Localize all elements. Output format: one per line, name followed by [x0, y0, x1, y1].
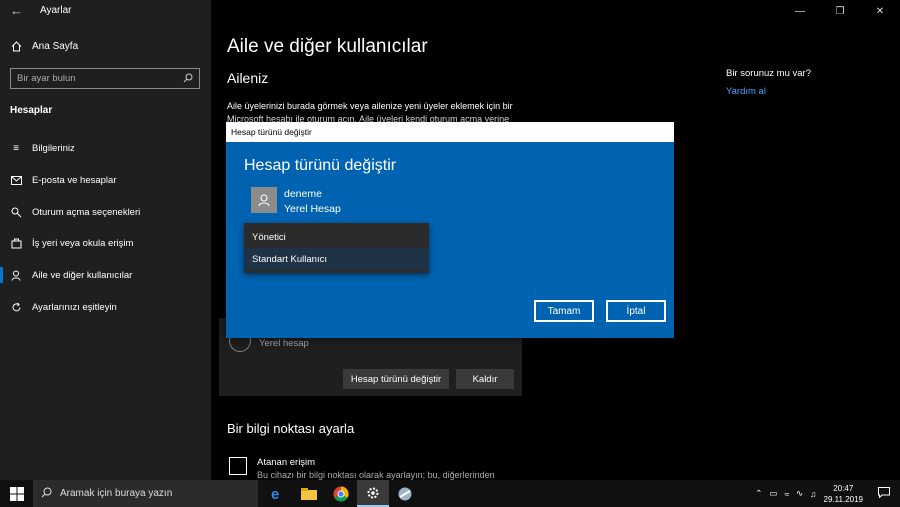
- assigned-access-desc: Bu cihazı bir bilgi noktası olarak ayarl…: [257, 470, 495, 480]
- dialog-titlebar: Hesap türünü değiştir: [226, 122, 674, 142]
- sidebar-item-sign-in-options[interactable]: Oturum açma seçenekleri: [0, 200, 211, 224]
- user-avatar-icon: [251, 187, 277, 213]
- file-explorer-icon[interactable]: [293, 480, 325, 507]
- remove-button[interactable]: Kaldır: [456, 369, 514, 389]
- person-card-icon: ≡: [13, 142, 19, 154]
- home-nav-item[interactable]: Ana Sayfa: [10, 40, 78, 52]
- search-placeholder: Bir ayar bulun: [17, 73, 76, 84]
- user-name: deneme: [284, 188, 322, 200]
- restore-icon[interactable]: ❐: [820, 0, 860, 22]
- account-type-label: Yerel hesap: [259, 338, 309, 349]
- change-account-type-button[interactable]: Hesap türünü değiştir: [343, 369, 449, 389]
- close-icon[interactable]: ✕: [860, 0, 900, 22]
- start-button[interactable]: [0, 480, 33, 507]
- taskbar: Aramak için buraya yazın e ⌃ ▭ ≈ ∿ ♫ 20:…: [0, 480, 900, 507]
- wifi-icon[interactable]: ∿: [796, 488, 803, 499]
- battery-icon[interactable]: ▭: [769, 488, 777, 499]
- back-arrow-icon[interactable]: ←: [10, 3, 23, 18]
- windows-logo-icon: [9, 486, 24, 501]
- svg-text:e: e: [271, 486, 279, 502]
- kiosk-icon[interactable]: [229, 457, 247, 475]
- settings-window: ← Ayarlar Ana Sayfa Bir ayar bulun Hesap…: [0, 0, 900, 507]
- help-question: Bir sorunuz mu var?: [726, 68, 812, 79]
- window-title: Ayarlar: [40, 5, 72, 16]
- sidebar-item-label: Aile ve diğer kullanıcılar: [32, 269, 133, 281]
- edge-icon[interactable]: e: [261, 480, 293, 507]
- option-standard-user[interactable]: Standart Kullanıcı: [244, 248, 429, 270]
- chevron-up-icon[interactable]: ⌃: [755, 488, 762, 499]
- briefcase-icon: [10, 237, 22, 249]
- sidebar-item-label: Oturum açma seçenekleri: [32, 206, 141, 218]
- key-icon: [10, 206, 22, 218]
- search-icon: [41, 487, 52, 501]
- family-subtitle: Aileniz: [227, 70, 269, 86]
- sync-icon: [10, 301, 22, 313]
- user-account-type: Yerel Hesap: [284, 203, 341, 215]
- sidebar-item-family-users[interactable]: Aile ve diğer kullanıcılar: [0, 263, 211, 287]
- sidebar-item-work-school[interactable]: İş yeri veya okula erişim: [0, 231, 211, 255]
- clock[interactable]: 20:47 29.11.2019: [824, 483, 863, 505]
- home-label: Ana Sayfa: [32, 40, 79, 52]
- option-administrator[interactable]: Yönetici: [244, 226, 429, 248]
- volume-icon[interactable]: ♫: [810, 489, 816, 499]
- window-controls: — ❐ ✕: [780, 0, 900, 22]
- minimize-icon[interactable]: —: [780, 0, 820, 22]
- home-icon: [10, 40, 22, 52]
- taskbar-search-input[interactable]: Aramak için buraya yazın: [33, 480, 258, 507]
- section-label: Hesaplar: [10, 105, 53, 116]
- sidebar-item-sync[interactable]: Ayarlarınızı eşitleyin: [0, 295, 211, 319]
- network-icon[interactable]: ≈: [784, 489, 789, 499]
- sidebar-item-your-info[interactable]: ≡ Bilgileriniz: [0, 136, 211, 160]
- account-type-dropdown[interactable]: Yönetici Standart Kullanıcı: [244, 223, 429, 273]
- page-title: Aile ve diğer kullanıcılar: [227, 36, 428, 57]
- assigned-access-title[interactable]: Atanan erişim: [257, 457, 315, 468]
- taskbar-search-placeholder: Aramak için buraya yazın: [60, 488, 173, 499]
- settings-search-input[interactable]: Bir ayar bulun: [10, 68, 200, 89]
- sidebar-item-label: Ayarlarınızı eşitleyin: [32, 301, 117, 313]
- sidebar-item-label: E-posta ve hesaplar: [32, 174, 117, 186]
- kiosk-section-title: Bir bilgi noktası ayarla: [227, 421, 355, 436]
- dialog-heading: Hesap türünü değiştir: [244, 157, 397, 174]
- system-tray: ⌃ ▭ ≈ ∿ ♫ 20:47 29.11.2019: [755, 480, 900, 507]
- ok-button[interactable]: Tamam: [534, 300, 594, 322]
- people-icon: [10, 269, 22, 281]
- change-account-type-dialog: Hesap türünü değiştir Hesap türünü değiş…: [226, 122, 674, 338]
- settings-icon[interactable]: [357, 480, 389, 507]
- sidebar-item-label: Bilgileriniz: [32, 142, 75, 154]
- clock-time: 20:47: [833, 483, 854, 493]
- chrome-icon[interactable]: [325, 480, 357, 507]
- sidebar: ← Ayarlar Ana Sayfa Bir ayar bulun Hesap…: [0, 0, 211, 480]
- sidebar-item-label: İş yeri veya okula erişim: [32, 237, 134, 249]
- notification-icon[interactable]: [878, 487, 890, 500]
- clock-date: 29.11.2019: [823, 494, 863, 504]
- app-icon[interactable]: [389, 480, 421, 507]
- search-icon[interactable]: [183, 70, 193, 88]
- help-link[interactable]: Yardım al: [726, 86, 766, 97]
- sidebar-item-email[interactable]: E-posta ve hesaplar: [0, 168, 211, 192]
- mail-icon: [10, 174, 22, 186]
- cancel-button[interactable]: İptal: [606, 300, 666, 322]
